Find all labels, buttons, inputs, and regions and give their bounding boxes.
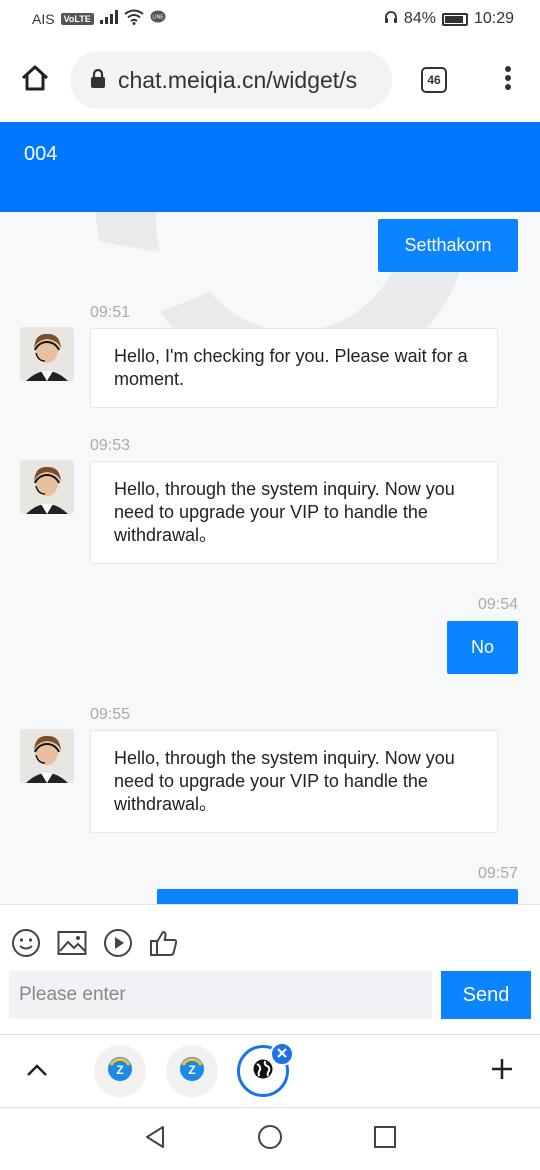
- message-time: 09:55: [90, 706, 131, 723]
- browser-menu-button[interactable]: [476, 38, 540, 122]
- home-icon: [20, 63, 50, 98]
- browser-tab[interactable]: Z: [166, 1045, 218, 1097]
- tab-count: 46: [421, 67, 447, 93]
- thumbs-up-icon[interactable]: [148, 927, 180, 959]
- emoji-icon[interactable]: [10, 927, 42, 959]
- recents-square-icon: [373, 1125, 397, 1154]
- incoming-message: Hello, through the system inquiry. Now y…: [90, 461, 498, 564]
- image-icon[interactable]: [56, 927, 88, 959]
- message-text: Hello, I'm checking for you. Please wait…: [114, 346, 468, 389]
- outgoing-message: [157, 889, 518, 904]
- agent-avatar: [20, 327, 74, 381]
- url-text: chat.meiqia.cn/widget/s: [118, 66, 358, 93]
- outgoing-message: Setthakorn: [378, 219, 518, 272]
- message-text: Setthakorn: [404, 235, 492, 255]
- home-nav-button[interactable]: [255, 1124, 285, 1154]
- status-bar: AIS VoLTE LINE 84% 10:29: [0, 0, 540, 38]
- carrier-label: AIS: [32, 11, 55, 27]
- recents-button[interactable]: [370, 1124, 400, 1154]
- svg-text:Z: Z: [188, 1063, 195, 1077]
- home-circle-icon: [257, 1124, 283, 1155]
- browser-toolbar: chat.meiqia.cn/widget/s 46: [0, 38, 540, 122]
- chat-title: 004: [24, 143, 58, 165]
- globe-icon: [252, 1058, 274, 1085]
- volte-badge: VoLTE: [60, 13, 94, 25]
- wifi-icon: [124, 9, 144, 29]
- browser-tab[interactable]: Z: [94, 1045, 146, 1097]
- send-button[interactable]: Send: [441, 971, 531, 1019]
- incoming-message: Hello, I'm checking for you. Please wait…: [90, 328, 498, 408]
- agent-avatar: [20, 460, 74, 514]
- back-button[interactable]: [140, 1124, 170, 1154]
- outgoing-message: No: [447, 621, 518, 674]
- agent-avatar: [20, 729, 74, 783]
- battery-icon: [441, 12, 468, 26]
- battery-percent: 84%: [403, 10, 436, 27]
- chat-header: 004: [0, 122, 540, 212]
- line-app-icon: LINE: [150, 10, 166, 28]
- video-icon[interactable]: [102, 927, 134, 959]
- back-triangle-icon: [144, 1125, 166, 1154]
- browser-tab-strip: Z Z: [0, 1034, 540, 1108]
- message-text: No: [470, 637, 494, 657]
- tab-switcher-button[interactable]: 46: [392, 38, 476, 122]
- expand-tabs-button[interactable]: [22, 1057, 52, 1087]
- signal-icon: [99, 10, 118, 28]
- system-nav-bar: [0, 1108, 540, 1170]
- message-text: Hello, through the system inquiry. Now y…: [114, 748, 455, 814]
- new-tab-button[interactable]: [486, 1055, 518, 1087]
- home-button[interactable]: [0, 38, 70, 122]
- svg-text:Z: Z: [116, 1063, 123, 1077]
- url-bar[interactable]: chat.meiqia.cn/widget/s: [70, 51, 392, 109]
- message-time: 09:57: [477, 865, 518, 882]
- site-favicon-icon: Z: [179, 1056, 205, 1087]
- headset-icon: [384, 10, 398, 29]
- chevron-up-icon: [26, 1063, 48, 1082]
- message-list[interactable]: Setthakorn 09:51 Hello, I'm checking for…: [0, 212, 540, 904]
- message-input[interactable]: [9, 971, 432, 1019]
- lock-icon: [90, 68, 106, 93]
- composer: Send: [0, 904, 540, 1030]
- message-time: 09:51: [90, 304, 131, 321]
- incoming-message: Hello, through the system inquiry. Now y…: [90, 730, 498, 833]
- message-text: Hello, through the system inquiry. Now y…: [114, 479, 455, 545]
- site-favicon-icon: Z: [107, 1056, 133, 1087]
- more-vert-icon: [504, 65, 512, 96]
- message-time: 09:53: [90, 437, 131, 454]
- clock: 10:29: [473, 10, 514, 27]
- plus-icon: [490, 1057, 514, 1086]
- close-icon: [277, 1045, 287, 1063]
- message-time: 09:54: [477, 596, 518, 613]
- composer-tools: [10, 927, 180, 959]
- close-tab-button[interactable]: [270, 1042, 294, 1066]
- svg-text:LINE: LINE: [152, 15, 164, 21]
